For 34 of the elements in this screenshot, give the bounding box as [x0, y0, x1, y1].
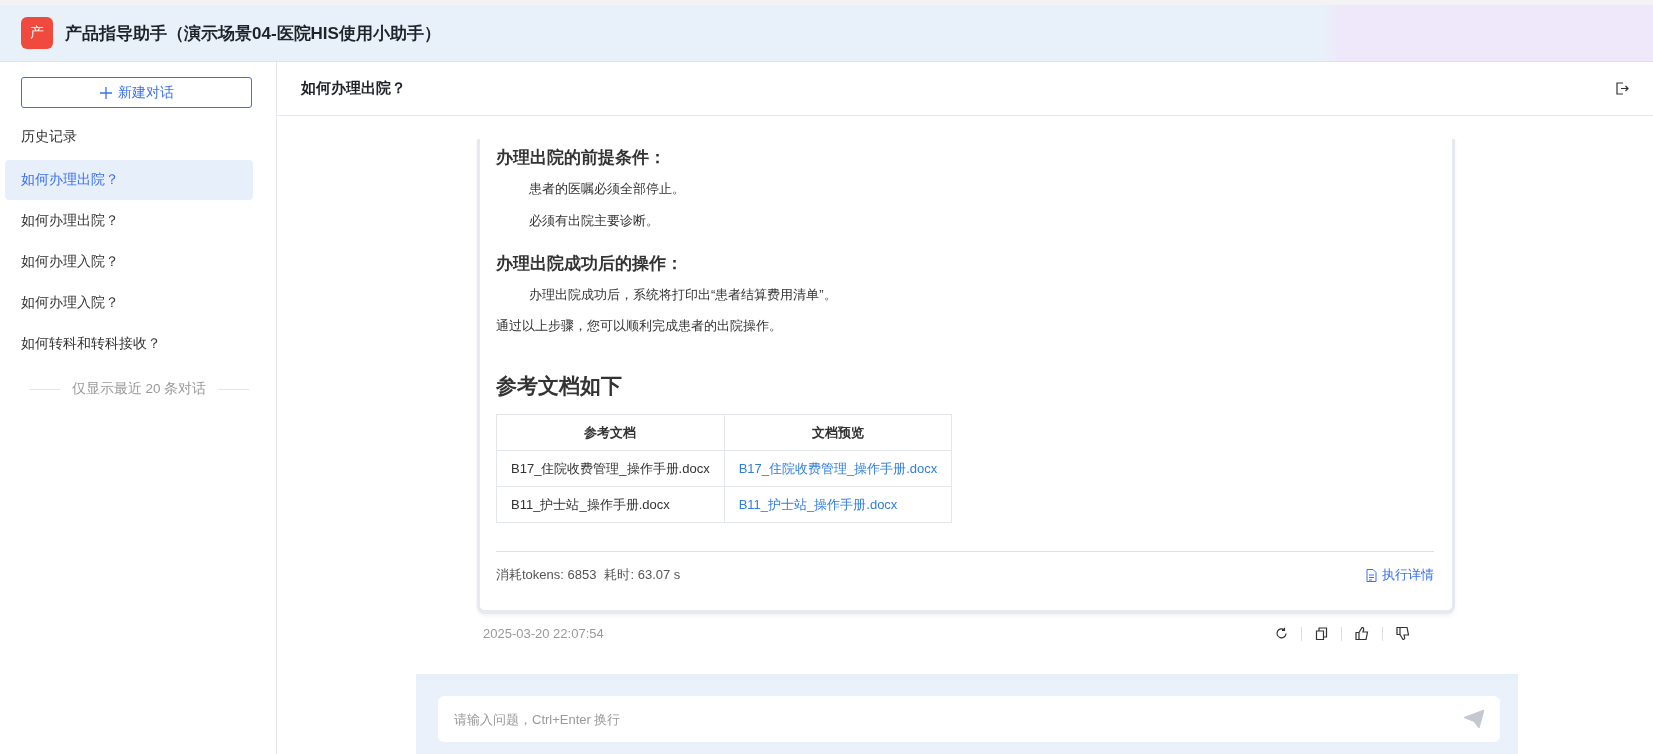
thumbs-down-icon[interactable]	[1396, 627, 1410, 640]
history-limit-note: 仅显示最近 20 条对话	[71, 380, 207, 398]
document-icon	[1366, 568, 1377, 582]
conversation-title: 如何办理出院？	[301, 79, 406, 98]
table-header: 文档预览	[724, 414, 952, 451]
history-item[interactable]: 如何办理出院？	[5, 160, 253, 200]
app-title: 产品指导助手（演示场景04-医院HIS使用小助手）	[65, 22, 441, 45]
history-item[interactable]: 如何办理出院？	[5, 201, 253, 241]
history-item[interactable]: 如何办理入院？	[5, 242, 253, 282]
plus-icon	[99, 86, 112, 99]
answer-text: 通过以上步骤，您可以顺利完成患者的出院操作。	[496, 317, 783, 335]
answer-heading: 办理出院的前提条件：	[496, 147, 667, 169]
execution-details-link[interactable]: 执行详情	[1366, 566, 1434, 584]
exit-icon[interactable]	[1616, 82, 1629, 95]
section-title: 参考文档如下	[496, 373, 623, 399]
copy-icon[interactable]	[1315, 627, 1328, 640]
table-cell: B11_护士站_操作手册.docx	[496, 486, 725, 523]
history-item[interactable]: 如何办理入院？	[5, 283, 253, 323]
refresh-icon[interactable]	[1275, 627, 1288, 640]
new-chat-button[interactable]: 新建对话	[21, 77, 252, 108]
question-input[interactable]: 请输入问题，Ctrl+Enter 换行	[438, 696, 1500, 742]
message-timestamp: 2025-03-20 22:07:54	[483, 626, 604, 641]
answer-text: 必须有出院主要诊断。	[528, 212, 660, 230]
history-label: 历史记录	[21, 128, 77, 146]
table-header: 参考文档	[496, 414, 725, 451]
history-item[interactable]: 如何转科和转科接收？	[5, 324, 253, 364]
answer-text: 办理出院成功后，系统将打印出“患者结算费用清单”。	[528, 286, 838, 304]
elapsed-time: 耗时: 63.07 s	[604, 566, 681, 584]
answer-heading: 办理出院成功后的操作：	[496, 253, 684, 275]
token-count: 消耗tokens: 6853	[496, 566, 597, 584]
answer-text: 患者的医嘱必须全部停止。	[528, 180, 686, 198]
table-cell: B17_住院收费管理_操作手册.docx	[496, 450, 725, 487]
app-logo: 产	[21, 17, 53, 49]
thumbs-up-icon[interactable]	[1355, 627, 1369, 640]
